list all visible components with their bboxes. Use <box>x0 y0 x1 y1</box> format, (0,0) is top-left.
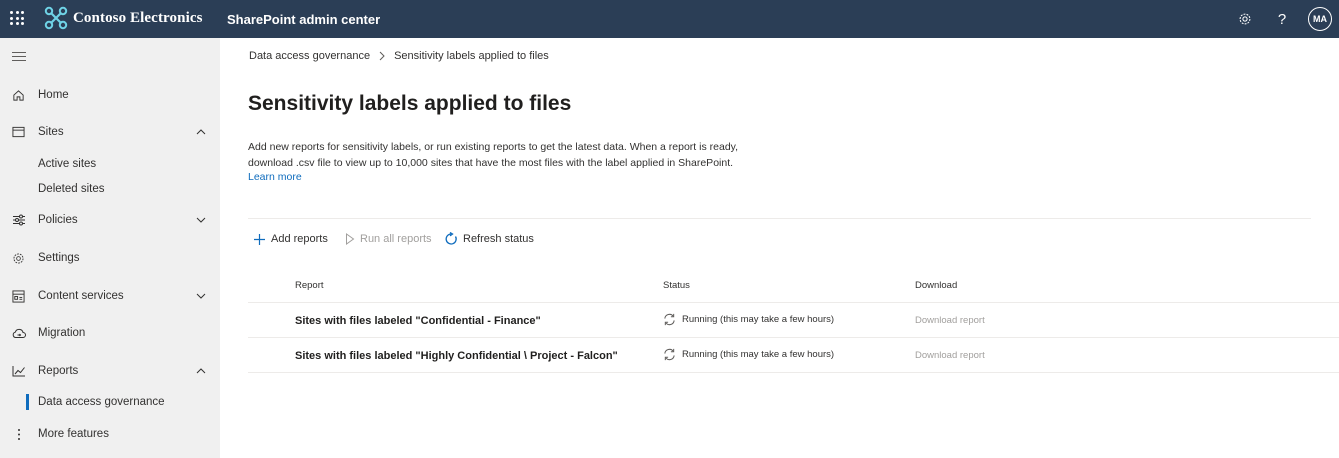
nav-item-label: Reports <box>38 365 79 377</box>
more-vertical-icon <box>11 427 26 442</box>
refresh-icon <box>445 232 457 245</box>
table-row-report-name[interactable]: Sites with files labeled "Highly Confide… <box>295 350 618 362</box>
collapse-navigation-icon[interactable] <box>12 52 26 64</box>
page-title: Sensitivity labels applied to files <box>248 92 572 115</box>
nav-item-label: Home <box>38 89 69 101</box>
selected-indicator <box>26 394 29 410</box>
table-row-report-name[interactable]: Sites with files labeled "Confidential -… <box>295 315 541 327</box>
org-name[interactable]: Contoso Electronics <box>73 10 203 27</box>
nav-item-more-features[interactable]: More features <box>0 420 220 448</box>
nav-item-migration[interactable]: Migration <box>0 319 220 347</box>
description-line: Add new reports for sensitivity labels, … <box>248 141 739 153</box>
app-launcher-waffle-icon[interactable] <box>10 11 26 27</box>
column-header-status[interactable]: Status <box>663 280 690 291</box>
status-text: Running (this may take a few hours) <box>682 314 835 325</box>
nav-item-sites[interactable]: Sites <box>0 118 220 146</box>
nav-item-home[interactable]: Home <box>0 81 220 109</box>
play-icon <box>346 233 355 245</box>
breadcrumb-parent-link[interactable]: Data access governance <box>249 50 370 62</box>
chevron-down-icon[interactable] <box>195 214 207 226</box>
refresh-status-label: Refresh status <box>463 233 534 245</box>
help-icon[interactable]: ? <box>1272 9 1292 29</box>
gear-icon <box>11 251 26 266</box>
table-divider <box>248 337 1339 338</box>
nav-item-label: Sites <box>38 126 64 138</box>
status-text: Running (this may take a few hours) <box>682 349 835 360</box>
column-header-report[interactable]: Report <box>295 280 324 291</box>
download-report-link[interactable]: Download report <box>915 350 985 361</box>
run-all-reports-button[interactable]: Run all reports <box>345 230 432 248</box>
table-divider <box>248 302 1339 303</box>
sites-icon <box>11 125 26 140</box>
sync-icon <box>664 348 675 361</box>
nav-item-settings[interactable]: Settings <box>0 244 220 272</box>
page-description: Add new reports for sensitivity labels, … <box>248 139 778 171</box>
table-divider <box>248 372 1339 373</box>
chevron-up-icon[interactable] <box>195 365 207 377</box>
nav-item-deleted-sites[interactable]: Deleted sites <box>38 183 104 195</box>
content-services-icon <box>11 289 26 304</box>
nav-item-label: Migration <box>38 327 86 339</box>
policies-icon <box>11 213 26 228</box>
plus-icon <box>254 233 265 245</box>
chevron-right-icon <box>379 51 385 61</box>
description-line: download .csv file to view up to 10,000 … <box>248 157 734 169</box>
avatar[interactable]: MA <box>1308 7 1332 31</box>
breadcrumb-current: Sensitivity labels applied to files <box>394 50 549 62</box>
reports-chart-icon <box>11 364 26 379</box>
nav-item-label: Settings <box>38 252 80 264</box>
run-all-reports-label: Run all reports <box>360 233 432 245</box>
add-reports-label: Add reports <box>271 233 328 245</box>
download-report-link[interactable]: Download report <box>915 315 985 326</box>
chevron-down-icon[interactable] <box>195 290 207 302</box>
sync-icon <box>664 313 675 326</box>
table-row-status: Running (this may take a few hours) <box>663 313 834 326</box>
nav-item-policies[interactable]: Policies <box>0 206 220 234</box>
table-row-status: Running (this may take a few hours) <box>663 348 834 361</box>
home-icon <box>11 88 26 103</box>
app-name[interactable]: SharePoint admin center <box>227 12 380 27</box>
nav-item-active-sites[interactable]: Active sites <box>38 158 96 170</box>
divider <box>248 218 1311 219</box>
top-bar: Contoso Electronics SharePoint admin cen… <box>0 0 1339 38</box>
add-reports-button[interactable]: Add reports <box>253 230 328 248</box>
nav-item-data-access-governance[interactable]: Data access governance <box>38 396 165 408</box>
nav-item-reports[interactable]: Reports <box>0 357 220 385</box>
column-header-download[interactable]: Download <box>915 280 957 291</box>
nav-item-label: Policies <box>38 214 78 226</box>
breadcrumb: Data access governance Sensitivity label… <box>249 50 549 62</box>
learn-more-link[interactable]: Learn more <box>248 171 302 183</box>
chevron-up-icon[interactable] <box>195 126 207 138</box>
nav-item-content-services[interactable]: Content services <box>0 282 220 310</box>
settings-icon[interactable] <box>1235 9 1255 29</box>
refresh-status-button[interactable]: Refresh status <box>444 230 534 248</box>
contoso-logo-icon <box>44 6 68 30</box>
cloud-migration-icon <box>11 326 26 341</box>
nav-item-label: Content services <box>38 290 124 302</box>
nav-item-label: More features <box>38 428 109 440</box>
left-navigation: Home Sites Active sites Deleted sites Po… <box>0 38 220 458</box>
